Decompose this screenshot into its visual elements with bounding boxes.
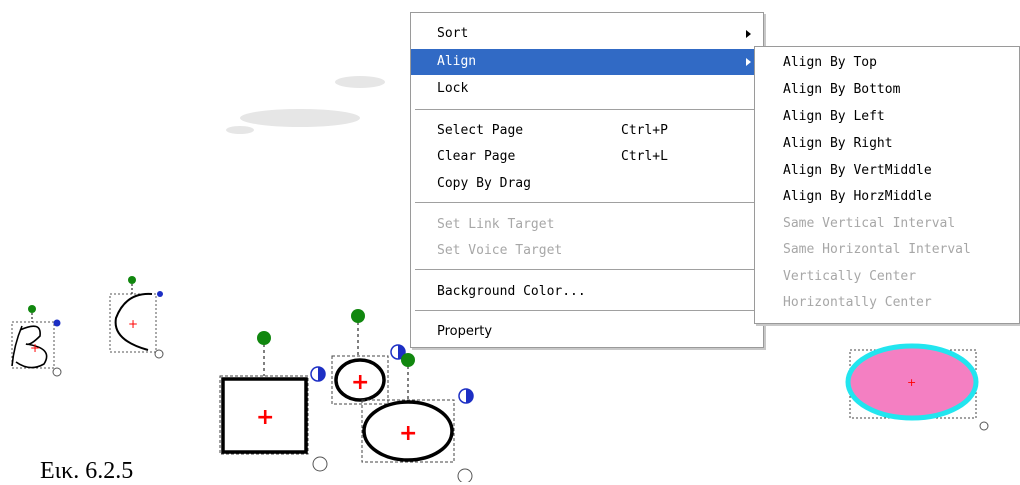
shortcut-label: Ctrl+L (621, 149, 668, 164)
menu-item-background-color[interactable]: Background Color... (411, 279, 763, 305)
figure-caption: Εικ. 6.2.5 (40, 458, 134, 484)
submenu-item-same-vertical-interval: Same Vertical Interval (783, 216, 956, 231)
menu-separator (415, 109, 759, 111)
svg-text:+: + (128, 317, 138, 331)
resize-handle (154, 349, 164, 359)
align-submenu: Align By Top Align By Bottom Align By Le… (754, 46, 1020, 324)
rotate-handle (351, 309, 365, 323)
menu-item-label: Align (437, 54, 477, 69)
submenu-arrow-icon (746, 58, 751, 66)
curve-stroke[interactable]: + (109, 276, 164, 359)
submenu-item-same-horizontal-interval: Same Horizontal Interval (783, 242, 971, 257)
handwritten-b-glyph[interactable]: + (11, 305, 62, 377)
menu-item-label: Property (437, 324, 493, 339)
rotate-handle (28, 305, 36, 313)
menu-item-lock[interactable]: Lock (411, 76, 763, 102)
rotate-handle (257, 331, 271, 345)
menu-item-label: Copy By Drag (437, 176, 531, 191)
menu-item-clear-page[interactable]: Clear Page Ctrl+L (411, 144, 763, 170)
svg-text:+: + (907, 376, 916, 389)
menu-item-label: Sort (437, 26, 469, 41)
menu-item-label: Set Link Target (437, 217, 555, 232)
submenu-item-align-by-bottom[interactable]: Align By Bottom (783, 77, 900, 103)
submenu-arrow-icon (746, 30, 751, 38)
menu-item-label: Background Color... (437, 284, 586, 299)
shortcut-label: Ctrl+P (621, 123, 668, 138)
rotate-handle (128, 276, 136, 284)
menu-item-copy-by-drag[interactable]: Copy By Drag (411, 171, 763, 197)
resize-handle (457, 468, 473, 482)
context-menu: Sort Align Lock Select Page Ctrl+P Clear… (410, 12, 764, 348)
resize-handle (52, 367, 62, 377)
resize-handle (979, 421, 989, 431)
menu-item-label: Clear Page (437, 149, 516, 164)
pink-ellipse-shape[interactable]: + (845, 343, 989, 431)
menu-item-label: Select Page (437, 123, 524, 138)
resize-handle (312, 456, 328, 472)
submenu-item-horizontally-center: Horizontally Center (783, 295, 932, 310)
svg-text:+: + (399, 421, 417, 446)
menu-item-align[interactable]: Align (411, 49, 763, 75)
menu-item-select-page[interactable]: Select Page Ctrl+P (411, 118, 763, 144)
menu-item-sort[interactable]: Sort (411, 21, 763, 47)
submenu-item-align-by-horzmiddle[interactable]: Align By HorzMiddle (783, 184, 932, 210)
svg-text:+: + (351, 370, 369, 395)
submenu-item-align-by-right[interactable]: Align By Right (783, 131, 893, 157)
square-shape[interactable]: + (219, 331, 328, 472)
menu-item-set-link-target: Set Link Target (411, 212, 763, 238)
menu-item-set-voice-target: Set Voice Target (411, 238, 763, 264)
menu-item-label: Lock (437, 81, 469, 96)
submenu-item-vertically-center: Vertically Center (783, 269, 917, 284)
menu-separator (415, 269, 759, 271)
background-smudge (226, 76, 385, 134)
submenu-item-align-by-left[interactable]: Align By Left (783, 104, 885, 130)
menu-item-property[interactable]: Property (411, 319, 763, 345)
menu-separator (415, 202, 759, 204)
svg-text:+: + (30, 341, 40, 355)
rotate-handle (401, 353, 415, 367)
svg-text:+: + (256, 405, 274, 430)
menu-separator (415, 310, 759, 312)
submenu-item-align-by-top[interactable]: Align By Top (783, 50, 877, 76)
submenu-item-align-by-vertmiddle[interactable]: Align By VertMiddle (783, 158, 932, 184)
menu-item-label: Set Voice Target (437, 243, 563, 258)
